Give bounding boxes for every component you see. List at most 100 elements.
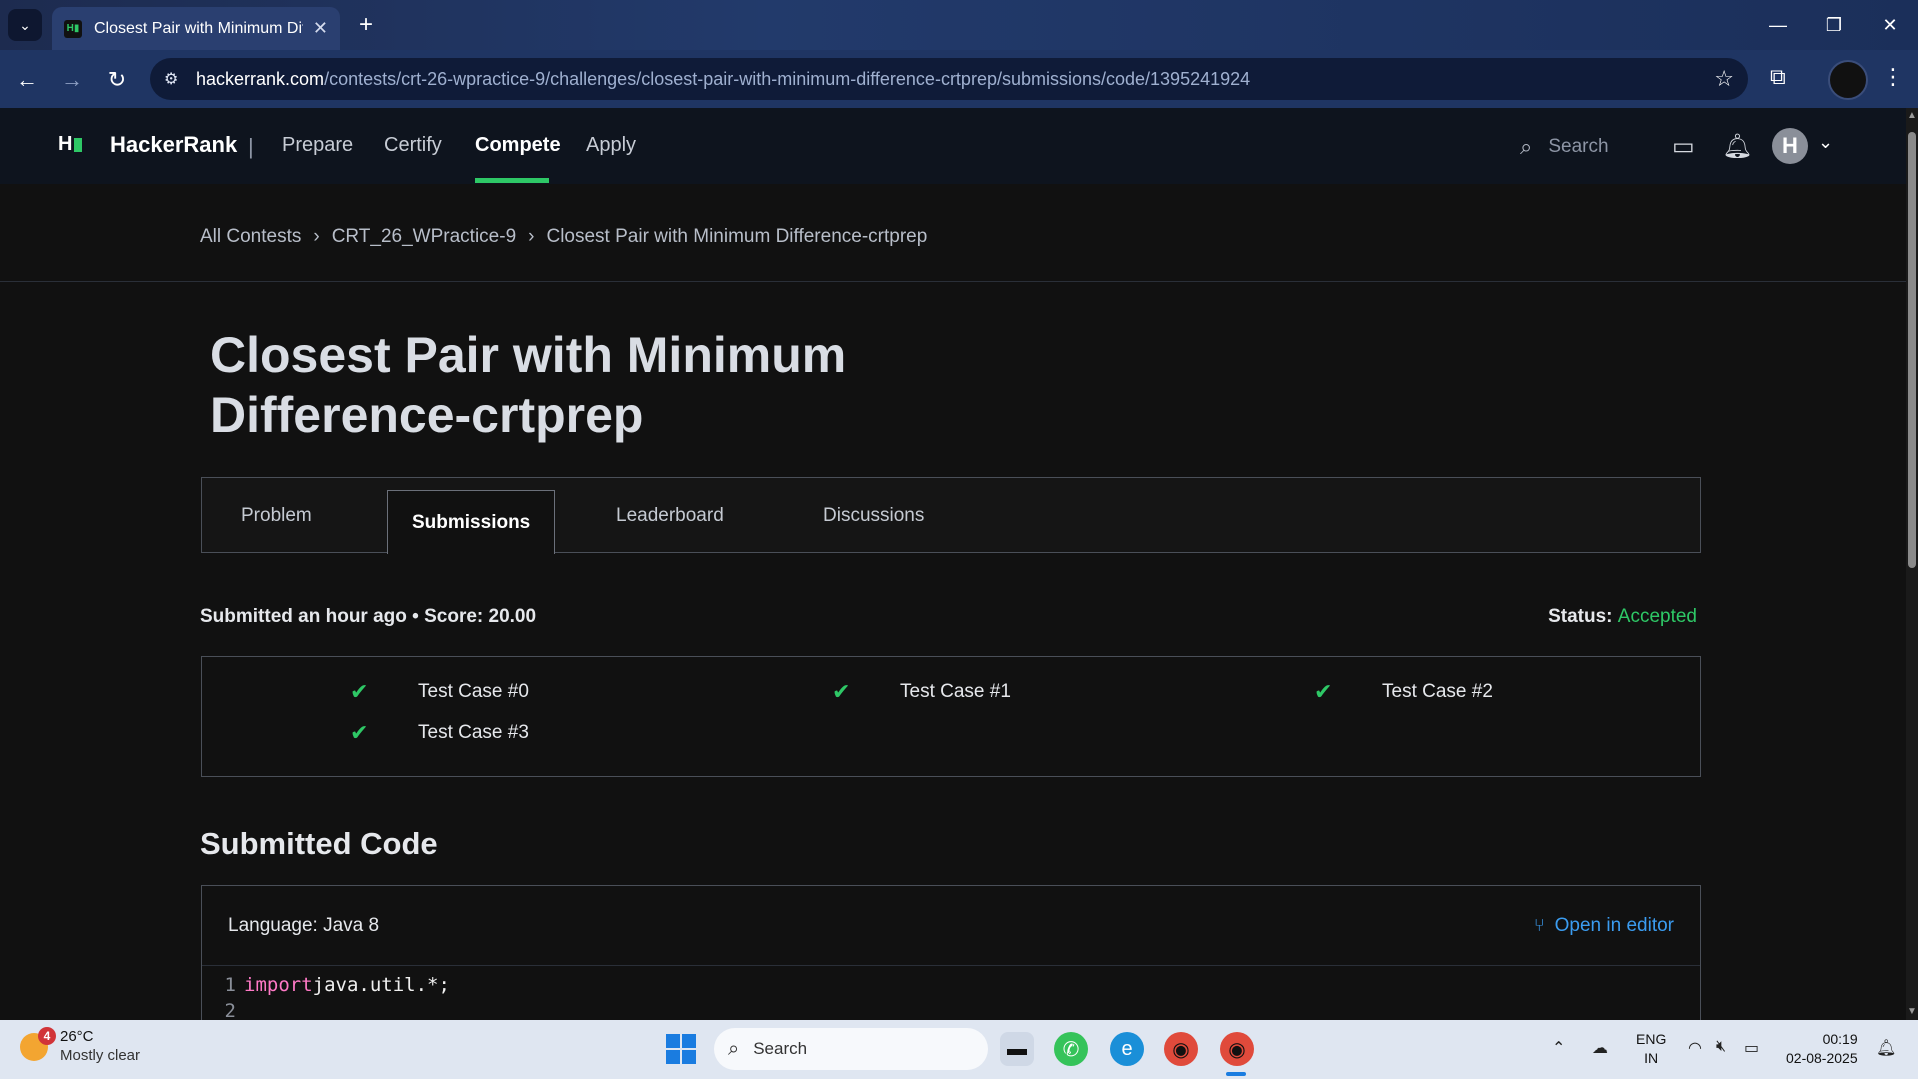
test-case-label: Test Case #0 (418, 681, 529, 702)
extensions-icon[interactable]: ⧉ (1770, 64, 1786, 90)
windows-taskbar: 4 26°C Mostly clear ⌕ Search ▬ ✆ e ◉ ◉ ⌃… (0, 1020, 1918, 1079)
battery-icon[interactable]: ▭ (1744, 1038, 1759, 1058)
reload-icon[interactable]: ↻ (102, 65, 132, 95)
breadcrumb-bar: All Contests › CRT_26_WPractice-9 › Clos… (0, 184, 1906, 282)
active-app-indicator (1226, 1072, 1246, 1076)
search-placeholder: Search (1548, 136, 1609, 157)
language-indicator[interactable]: ENG IN (1636, 1030, 1666, 1068)
url-domain: hackerrank.com (196, 68, 325, 89)
tab-leaderboard[interactable]: Leaderboard (616, 478, 724, 554)
test-case-item[interactable]: ✔ Test Case #2 (1314, 679, 1493, 705)
nav-link-compete[interactable]: Compete (475, 134, 561, 157)
breadcrumb-all-contests[interactable]: All Contests (200, 226, 301, 248)
wifi-icon[interactable]: ◠ (1688, 1038, 1702, 1058)
search-icon: ⌕ (1520, 134, 1533, 159)
chrome-icon[interactable]: ◉ (1164, 1032, 1198, 1066)
browser-menu-icon[interactable]: ⋮ (1882, 64, 1904, 90)
taskbar-search[interactable]: ⌕ Search (714, 1028, 988, 1070)
brand-name[interactable]: HackerRank (110, 132, 237, 158)
windows-start-icon[interactable] (666, 1034, 696, 1064)
weather-condition: Mostly clear (60, 1047, 141, 1064)
scroll-up-icon[interactable]: ▲ (1906, 110, 1918, 121)
messages-icon[interactable]: ▭ (1672, 132, 1695, 161)
site-info-icon[interactable]: ⚙ (164, 69, 184, 89)
search-icon: ⌕ (728, 1037, 740, 1060)
clock-time: 00:19 (1822, 1031, 1858, 1047)
open-in-editor-link[interactable]: ⑂ Open in editor (1534, 915, 1674, 937)
back-arrow-icon[interactable]: ← (12, 65, 42, 95)
taskbar-search-placeholder: Search (753, 1039, 808, 1058)
chevron-up-icon[interactable]: ⌃ (1552, 1038, 1565, 1058)
tab-search-button[interactable]: ⌄ (8, 9, 42, 41)
edge-icon[interactable]: e (1110, 1032, 1144, 1066)
code-header: Language: Java 8 ⑂ Open in editor (202, 886, 1700, 966)
line-number: 2 (224, 1000, 236, 1021)
weather-icon: 4 (20, 1027, 56, 1061)
status-label: Status: (1548, 606, 1613, 627)
breadcrumb-contest[interactable]: CRT_26_WPractice-9 (332, 226, 516, 248)
restore-button[interactable]: ❐ (1806, 0, 1862, 50)
code-line: 2 (202, 998, 1700, 1021)
minimize-button[interactable]: — (1750, 0, 1806, 50)
site-search[interactable]: ⌕ Search (1520, 134, 1609, 160)
scrollbar-thumb[interactable] (1908, 132, 1916, 568)
code-viewer: Language: Java 8 ⑂ Open in editor 1 impo… (201, 885, 1701, 1021)
tab-title: Closest Pair with Minimum Diffe (94, 19, 303, 37)
nav-link-certify[interactable]: Certify (384, 134, 442, 157)
tab-problem[interactable]: Problem (241, 478, 312, 554)
chevron-right-icon: › (528, 226, 535, 247)
nav-link-prepare[interactable]: Prepare (282, 134, 353, 157)
submission-status: Status: Accepted (1548, 606, 1697, 628)
status-badge: Accepted (1617, 606, 1697, 627)
checkmark-icon: ✔ (350, 720, 369, 745)
close-window-button[interactable]: ✕ (1862, 0, 1918, 50)
file-explorer-icon[interactable]: ▬ (1000, 1032, 1034, 1066)
submission-summary: Submitted an hour ago • Score: 20.00 (200, 606, 537, 627)
notification-bell-icon[interactable]: 🔔︎ (1722, 132, 1752, 161)
tab-close-icon[interactable]: ✕ (313, 18, 328, 39)
notification-icon[interactable]: 🔔︎ (1876, 1038, 1896, 1058)
bookmark-star-icon[interactable]: ☆ (1714, 66, 1734, 92)
page-title: Closest Pair with Minimum Difference-crt… (210, 327, 847, 443)
scroll-down-icon[interactable]: ▼ (1906, 1006, 1918, 1017)
test-case-item[interactable]: ✔ Test Case #0 (350, 679, 529, 705)
forward-arrow-icon[interactable]: → (57, 65, 87, 95)
tab-discussions[interactable]: Discussions (823, 478, 924, 554)
breadcrumb: All Contests › CRT_26_WPractice-9 › Clos… (200, 226, 927, 248)
test-case-label: Test Case #3 (418, 722, 529, 743)
speaker-muted-icon[interactable]: 🔇︎ (1716, 1038, 1726, 1056)
browser-tab-strip: ⌄ H▮ Closest Pair with Minimum Diffe ✕ +… (0, 0, 1918, 50)
checkmark-icon: ✔ (350, 679, 369, 704)
lang-bottom: IN (1644, 1050, 1659, 1066)
browser-toolbar: ← → ↻ ⚙ hackerrank.com/contests/crt-26-w… (0, 50, 1918, 108)
whatsapp-icon[interactable]: ✆ (1054, 1032, 1088, 1066)
language-label: Language: Java 8 (228, 914, 380, 936)
onedrive-icon[interactable]: ☁ (1592, 1038, 1608, 1058)
weather-widget[interactable]: 4 26°C Mostly clear (20, 1027, 141, 1066)
weather-badge: 4 (38, 1027, 56, 1045)
hackerrank-favicon-icon: H▮ (64, 19, 82, 38)
profile-avatar[interactable] (1828, 60, 1868, 100)
checkmark-icon: ✔ (1314, 679, 1333, 704)
url-path: /contests/crt-26-wpractice-9/challenges/… (324, 68, 1251, 89)
test-case-label: Test Case #1 (900, 681, 1011, 702)
temperature: 26°C (60, 1028, 94, 1045)
breadcrumb-challenge[interactable]: Closest Pair with Minimum Difference-crt… (546, 226, 927, 248)
nav-separator: | (248, 134, 254, 159)
code-line: 1 import java.util.*; (202, 972, 1700, 998)
hackerrank-logo[interactable]: H (58, 133, 83, 156)
system-clock[interactable]: 00:19 02-08-2025 (1786, 1030, 1858, 1068)
nav-link-apply[interactable]: Apply (586, 134, 636, 157)
chrome-profile-icon[interactable]: ◉ (1220, 1032, 1254, 1066)
address-bar[interactable]: ⚙ hackerrank.com/contests/crt-26-wpracti… (150, 58, 1748, 100)
browser-tab-active[interactable]: H▮ Closest Pair with Minimum Diffe ✕ (52, 7, 340, 50)
test-case-item[interactable]: ✔ Test Case #3 (350, 720, 529, 746)
test-case-item[interactable]: ✔ Test Case #1 (832, 679, 1011, 705)
user-avatar[interactable]: H (1772, 128, 1808, 164)
open-in-editor-label: Open in editor (1554, 914, 1674, 936)
new-tab-button[interactable]: + (350, 9, 382, 41)
tab-submissions[interactable]: Submissions (387, 490, 556, 554)
chevron-down-icon[interactable]: ⌄ (1818, 132, 1833, 153)
page-scrollbar[interactable]: ▲ ▼ (1906, 108, 1918, 1020)
active-nav-indicator (475, 178, 549, 183)
